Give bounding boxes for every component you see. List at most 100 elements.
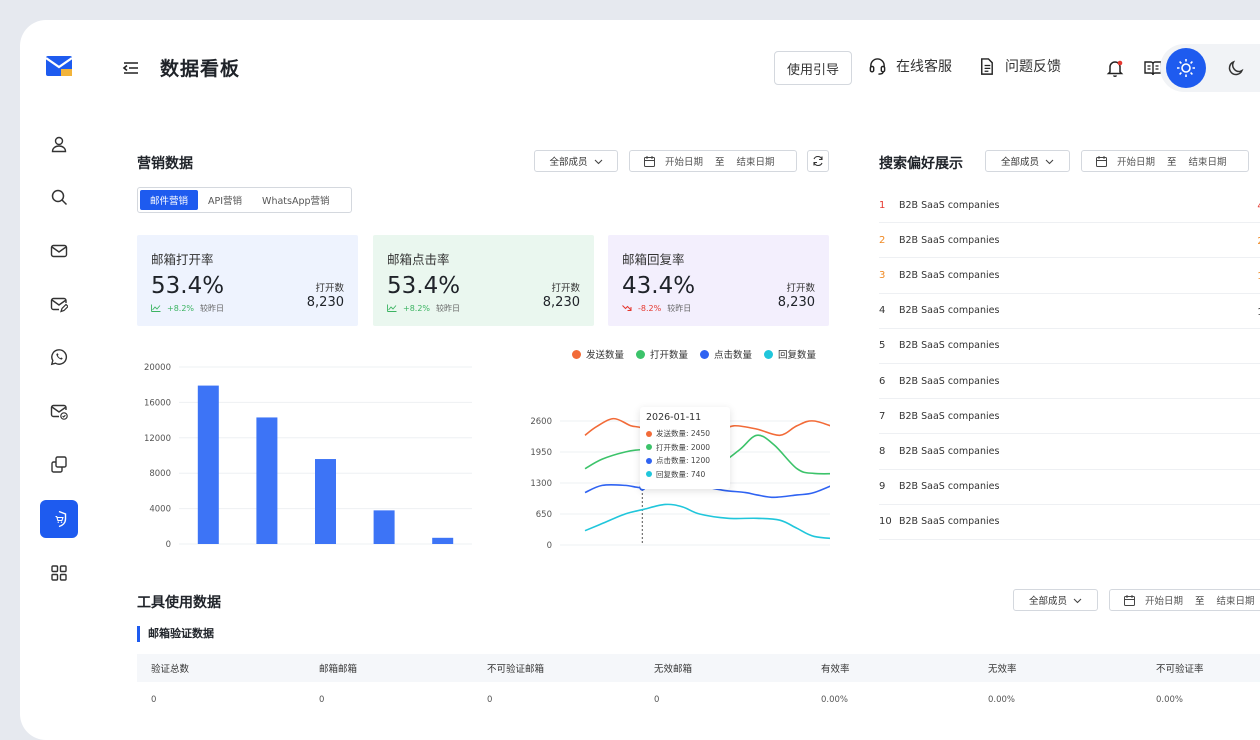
- sidebar-item-search[interactable]: [40, 178, 78, 216]
- table-cell: 0.00%: [988, 695, 1016, 705]
- sidebar-item-grid[interactable]: [40, 554, 78, 592]
- end-date-input[interactable]: 结束日期: [1189, 154, 1227, 168]
- sidebar-item-copy[interactable]: [40, 445, 78, 483]
- y-tick-label: 4000: [149, 505, 171, 515]
- metric-sub-value: 8,230: [542, 295, 580, 310]
- app-logo[interactable]: [46, 56, 72, 76]
- refresh-button[interactable]: [807, 150, 829, 172]
- member-filter-value: 全部成员: [1028, 596, 1067, 607]
- column-header: 有效率: [821, 664, 850, 675]
- tools-date-range[interactable]: 开始日期 至 结束日期: [1109, 589, 1260, 611]
- sidebar-item-mail-check[interactable]: [40, 392, 78, 430]
- rank-keyword: B2B SaaS companies: [899, 375, 1000, 387]
- mail-check-icon: [50, 404, 68, 420]
- end-date-input[interactable]: 结束日期: [737, 154, 775, 168]
- legend-item[interactable]: 打开数量: [636, 347, 688, 361]
- start-date-input[interactable]: 开始日期: [1117, 154, 1155, 168]
- y-tick-label: 650: [536, 510, 552, 520]
- list-item[interactable]: 2B2B SaaS companies28万: [879, 223, 1260, 259]
- list-item[interactable]: 7B2B SaaS companies5万: [879, 399, 1260, 435]
- metric-trend-value: +8.2%: [167, 304, 195, 313]
- legend-item[interactable]: 点击数量: [700, 347, 752, 361]
- bar[interactable]: [432, 537, 454, 544]
- list-item[interactable]: 3B2B SaaS companies12万: [879, 258, 1260, 294]
- metric-sub-label: 打开数: [786, 283, 815, 294]
- rank-number: 5: [879, 340, 886, 352]
- bell-icon[interactable]: [1105, 58, 1125, 78]
- tab-0[interactable]: 邮件营销: [140, 190, 199, 210]
- marketing-title: 营销数据: [137, 156, 193, 172]
- sidebar-item-mail[interactable]: [40, 232, 78, 270]
- date-separator: 至: [715, 157, 725, 168]
- guide-button[interactable]: 使用引导: [774, 51, 852, 85]
- sidebar-item-user[interactable]: [40, 125, 78, 163]
- rank-keyword: B2B SaaS companies: [899, 516, 1000, 528]
- column-header: 无效率: [988, 664, 1017, 675]
- metric-sub-label: 打开数: [551, 283, 580, 294]
- theme-toggle[interactable]: [1160, 44, 1260, 92]
- metric-value: 53.4%: [151, 273, 225, 299]
- rank-number: 3: [879, 269, 886, 281]
- tools-member-dropdown[interactable]: 全部成员: [1013, 589, 1098, 611]
- marketing-member-dropdown[interactable]: 全部成员: [534, 150, 618, 172]
- shield-cart-icon: [55, 510, 67, 528]
- headset-icon: [869, 57, 886, 75]
- sidebar-item-mail-edit[interactable]: [40, 285, 78, 323]
- light-mode-button[interactable]: [1166, 48, 1206, 88]
- rank-number: 6: [879, 375, 886, 387]
- metric-card: 邮箱点击率 53.4% +8.2% 较昨日 打开数 8,230: [373, 235, 594, 326]
- table-cell: 0: [487, 695, 493, 705]
- email-verify-subtitle: 邮箱验证数据: [137, 626, 214, 642]
- sidebar: [20, 20, 100, 720]
- search-member-dropdown[interactable]: 全部成员: [985, 150, 1070, 172]
- table-cell: 0.00%: [1156, 695, 1184, 705]
- online-service-button[interactable]: 在线客服: [868, 56, 952, 76]
- marketing-date-range[interactable]: 开始日期 至 结束日期: [629, 150, 797, 172]
- list-item[interactable]: 4B2B SaaS companies10万: [879, 294, 1260, 329]
- start-date-input[interactable]: 开始日期: [665, 154, 703, 168]
- rank-number: 9: [879, 481, 886, 493]
- legend-item[interactable]: 回复数量: [764, 347, 816, 361]
- search-icon: [51, 189, 68, 206]
- list-item[interactable]: 5B2B SaaS companies5万: [879, 329, 1260, 364]
- rank-keyword: B2B SaaS companies: [899, 445, 1000, 457]
- search-date-range[interactable]: 开始日期 至 结束日期: [1081, 150, 1249, 172]
- start-date-input[interactable]: 开始日期: [1145, 593, 1183, 607]
- legend-label: 点击数量: [714, 350, 753, 361]
- y-tick-label: 1950: [530, 448, 552, 458]
- bar[interactable]: [256, 417, 278, 544]
- bar[interactable]: [373, 510, 395, 544]
- rank-keyword: B2B SaaS companies: [899, 481, 1000, 493]
- legend-dot: [700, 349, 710, 359]
- menu-collapse-icon[interactable]: [122, 59, 140, 77]
- rank-number: 2: [879, 234, 886, 246]
- bar[interactable]: [315, 459, 336, 544]
- end-date-input[interactable]: 结束日期: [1217, 593, 1255, 607]
- list-item[interactable]: 10B2B SaaS companies5万: [879, 505, 1260, 540]
- list-item[interactable]: 9B2B SaaS companies5万: [879, 470, 1260, 505]
- list-item[interactable]: 6B2B SaaS companies5万: [879, 364, 1260, 400]
- sidebar-item-shield-cart[interactable]: [40, 500, 78, 538]
- metric-label: 邮箱打开率: [151, 252, 214, 267]
- list-item[interactable]: 8B2B SaaS companies5万: [879, 434, 1260, 470]
- y-tick-label: 2600: [530, 417, 552, 427]
- tab-2[interactable]: WhatsApp营销: [252, 190, 339, 210]
- rank-number: 7: [879, 410, 886, 422]
- metric-sub-label: 打开数: [315, 283, 344, 294]
- rank-keyword: B2B SaaS companies: [899, 199, 1000, 211]
- rank-number: 1: [879, 199, 886, 211]
- sidebar-item-whatsapp[interactable]: [40, 338, 78, 376]
- legend-label: 发送数量: [586, 350, 625, 361]
- tab-1[interactable]: API营销: [198, 190, 252, 210]
- tooltip-dot: [646, 444, 652, 451]
- dark-mode-button[interactable]: [1224, 56, 1248, 80]
- feedback-button[interactable]: 问题反馈: [977, 56, 1061, 76]
- feedback-label: 问题反馈: [1005, 59, 1061, 75]
- bar[interactable]: [197, 385, 219, 544]
- series-line[interactable]: [584, 503, 830, 540]
- list-item[interactable]: 1B2B SaaS companies40万: [879, 188, 1260, 224]
- tooltip-title: 2026-01-11: [646, 412, 702, 423]
- table-cell: 0: [654, 695, 660, 705]
- legend-item[interactable]: 发送数量: [572, 347, 624, 361]
- tooltip-row: 回复数量: 740: [646, 468, 724, 482]
